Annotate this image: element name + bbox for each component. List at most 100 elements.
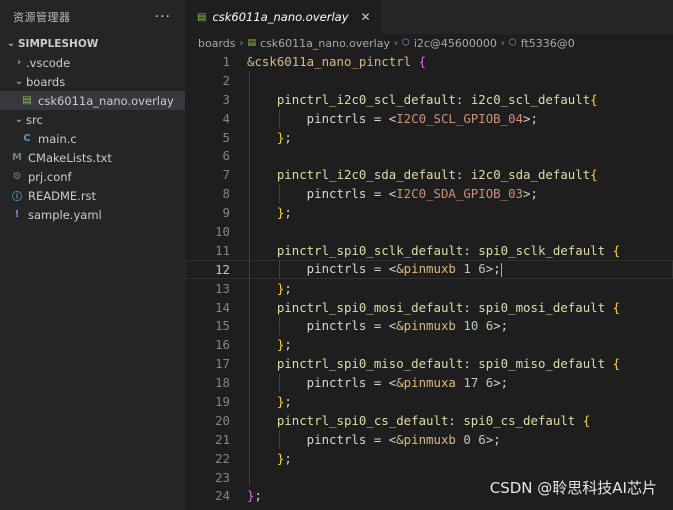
- code-line[interactable]: 21 pinctrls = <&pinmuxb 0 6>;: [185, 429, 673, 449]
- indent-guide: [249, 89, 250, 109]
- editor-pane: ▤ csk6011a_nano.overlay ✕ boards › ▤ csk…: [185, 0, 673, 510]
- code-text: pinctrl_spi0_mosi_default: spi0_mosi_def…: [230, 300, 620, 315]
- code-token: &pinmuxb: [396, 261, 456, 277]
- code-area[interactable]: 1 &csk6011a_nano_pinctrl {2 3 pinctrl_i2c0…: [185, 52, 673, 505]
- tree-item-sample-yaml[interactable]: ! sample.yaml: [0, 205, 185, 224]
- code-token: pinctrls = <: [247, 431, 397, 447]
- line-number: 1: [222, 53, 230, 69]
- code-line[interactable]: 7 pinctrl_i2c0_sda_default: i2c0_sda_def…: [185, 165, 673, 185]
- tree-item-cmakelists[interactable]: M CMakeLists.txt: [0, 148, 185, 167]
- indent-guide: [249, 316, 250, 336]
- code-text: pinctrls = <I2C0_SCL_GPIOB_04>;: [230, 111, 538, 126]
- indent-guide: [249, 354, 250, 374]
- code-line[interactable]: 1 &csk6011a_nano_pinctrl {: [185, 52, 673, 71]
- indent-guide: [249, 184, 250, 204]
- chevron-right-icon: ›: [393, 37, 398, 49]
- line-number: 16: [215, 337, 230, 353]
- code-line[interactable]: 16 };: [185, 335, 673, 355]
- breadcrumb-item-ft5336[interactable]: ft5336@0: [521, 37, 575, 50]
- breadcrumb-item-file[interactable]: csk6011a_nano.overlay: [260, 37, 390, 50]
- tree-item-main-c[interactable]: C main.c: [0, 129, 185, 148]
- breadcrumb-item-boards[interactable]: boards: [198, 37, 236, 50]
- code-line[interactable]: 22 };: [185, 448, 673, 468]
- close-icon[interactable]: ✕: [361, 10, 371, 24]
- code-token: {: [612, 299, 621, 315]
- tree-item-label: csk6011a_nano.overlay: [38, 93, 174, 108]
- tree-item-prj-conf[interactable]: ⚙ prj.conf: [0, 167, 185, 186]
- indent-guide: [249, 410, 250, 430]
- cmake-file-icon: M: [12, 152, 22, 163]
- code-line[interactable]: 6: [185, 146, 673, 166]
- code-line[interactable]: 15 pinctrls = <&pinmuxb 10 6>;: [185, 316, 673, 336]
- indent-guide: [279, 373, 280, 393]
- code-line[interactable]: 3 pinctrl_i2c0_scl_default: i2c0_scl_def…: [185, 89, 673, 109]
- tree-item-vscode[interactable]: › .vscode: [0, 53, 185, 72]
- indent-guide: [279, 429, 280, 449]
- code-token: :: [463, 299, 479, 315]
- code-line[interactable]: 19 };: [185, 392, 673, 411]
- code-line[interactable]: 14 pinctrl_spi0_mosi_default: spi0_mosi_…: [185, 297, 673, 317]
- code-token: i2c0_scl_default: [470, 91, 591, 107]
- indent-guide: [249, 392, 250, 411]
- indent-guide: [249, 467, 250, 487]
- chevron-down-icon: ⌄: [6, 38, 16, 49]
- code-token: {: [418, 53, 427, 69]
- code-text: pinctrls = <&pinmuxa 17 6>;: [230, 375, 508, 390]
- code-line[interactable]: 12 pinctrls = <&pinmuxb 1 6>;: [185, 259, 673, 279]
- indent-guide: [249, 278, 250, 298]
- tree-item-src[interactable]: ⌄ src: [0, 110, 185, 129]
- tab-overlay[interactable]: ▤ csk6011a_nano.overlay ✕: [185, 0, 381, 34]
- code-text: pinctrls = <I2C0_SDA_GPIOB_03>;: [230, 186, 538, 201]
- tree-item-overlay[interactable]: ▤ csk6011a_nano.overlay: [0, 91, 185, 110]
- line-number: 8: [222, 186, 230, 202]
- code-text: };: [230, 205, 292, 220]
- code-token: i2c0_sda_default: [470, 167, 591, 183]
- code-text: pinctrls = <&pinmuxb 10 6>;: [230, 318, 508, 333]
- code-line[interactable]: 8 pinctrls = <I2C0_SDA_GPIOB_03>;: [185, 184, 673, 204]
- line-number: 20: [215, 412, 230, 428]
- code-token: >;: [523, 186, 538, 202]
- tree-item-readme[interactable]: ⓘ README.rst: [0, 186, 185, 205]
- line-number: 24: [215, 488, 230, 504]
- indent-guide: [249, 448, 250, 468]
- tree-item-label: src: [26, 112, 43, 127]
- code-token: >;: [493, 318, 509, 334]
- code-line[interactable]: 17 pinctrl_spi0_miso_default: spi0_miso_…: [185, 354, 673, 374]
- more-actions-icon[interactable]: ···: [155, 9, 171, 25]
- code-token: spi0_sclk_default: [478, 242, 606, 258]
- tree-item-label: main.c: [38, 131, 77, 146]
- code-token: :: [455, 91, 471, 107]
- code-line[interactable]: 10: [185, 222, 673, 241]
- project-root[interactable]: ⌄ SIMPLESHOW: [0, 34, 185, 53]
- code-line[interactable]: 18 pinctrls = <&pinmuxa 17 6>;: [185, 373, 673, 393]
- info-file-icon: ⓘ: [12, 192, 22, 203]
- tree-item-label: CMakeLists.txt: [28, 150, 112, 165]
- indent-guide: [249, 297, 250, 317]
- code-line[interactable]: 20 pinctrl_spi0_cs_default: spi0_cs_defa…: [185, 410, 673, 430]
- code-token: {: [582, 412, 591, 428]
- indent-guide: [279, 108, 280, 128]
- explorer-header: 资源管理器 ···: [0, 0, 185, 34]
- code-line[interactable]: 2: [185, 70, 673, 90]
- code-line[interactable]: 11 pinctrl_spi0_sclk_default: spi0_sclk_…: [185, 240, 673, 260]
- tree-item-boards[interactable]: ⌄ boards: [0, 72, 185, 91]
- code-token: {: [590, 167, 598, 183]
- file-tree: ⌄ SIMPLESHOW › .vscode ⌄ boards ▤ csk601…: [0, 34, 185, 224]
- code-line[interactable]: 4 pinctrls = <I2C0_SCL_GPIOB_04>;: [185, 108, 673, 128]
- text-cursor: [500, 262, 502, 277]
- breadcrumb-item-i2c[interactable]: i2c@45600000: [414, 37, 497, 50]
- line-number: 18: [215, 375, 230, 391]
- code-line[interactable]: 13 };: [185, 278, 673, 298]
- code-line[interactable]: 5 };: [185, 127, 673, 147]
- code-line[interactable]: 9 };: [185, 203, 673, 223]
- tree-item-label: boards: [26, 74, 66, 89]
- project-name: SIMPLESHOW: [18, 37, 99, 50]
- indent-guide: [249, 335, 250, 355]
- code-token: >;: [485, 261, 501, 277]
